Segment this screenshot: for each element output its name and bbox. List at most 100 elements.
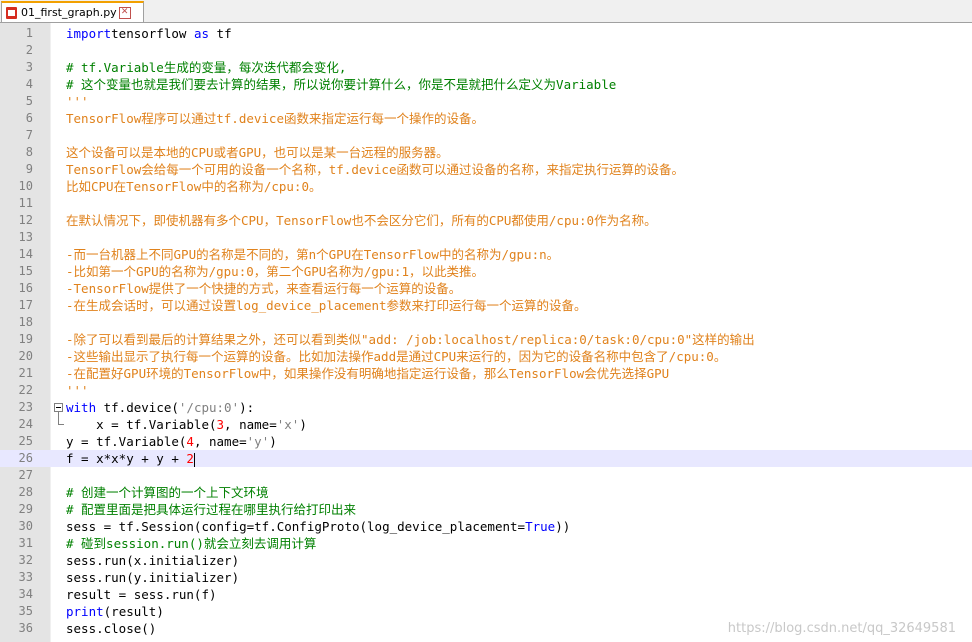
code-token: 2 — [186, 451, 194, 466]
code-line[interactable]: 22 ''' — [0, 382, 972, 399]
code-line[interactable]: 7 — [0, 127, 972, 144]
code-line[interactable]: 30 sess = tf.Session(config=tf.ConfigProt… — [0, 518, 972, 535]
code-line[interactable]: 23 with tf.device('/cpu:0'): — [0, 399, 972, 416]
code-line[interactable]: 5 ''' — [0, 93, 972, 110]
code-line[interactable]: 14 -而一台机器上不同GPU的名称是不同的，第n个GPU在TensorFlow中… — [0, 246, 972, 263]
code-token: 'x' — [276, 417, 300, 432]
code-token: sess.run(y.initializer) — [66, 570, 240, 585]
line-number: 29 — [18, 502, 33, 516]
line-number: 30 — [18, 519, 33, 533]
code-line[interactable]: 3 # tf.Variable生成的变量，每次迭代都会变化, — [0, 59, 972, 76]
code-text: 比如CPU在TensorFlow中的名称为/cpu:0。 — [66, 178, 322, 195]
code-line[interactable]: 34 result = sess.run(f) — [0, 586, 972, 603]
code-line[interactable]: 12 在默认情况下，即使机器有多个CPU，TensorFlow也不会区分它们，所有… — [0, 212, 972, 229]
code-line[interactable]: 35 print(result) — [0, 603, 972, 620]
code-editor[interactable]: 1 importtensorflow as tf 2 3 # tf.Variable生成… — [0, 23, 972, 642]
code-line[interactable]: 2 — [0, 42, 972, 59]
line-number: 27 — [18, 468, 33, 482]
code-line[interactable]: 11 — [0, 195, 972, 212]
line-number: 12 — [18, 213, 33, 227]
code-line[interactable]: 20 -这些输出显示了执行每一个运算的设备。比如加法操作add是通过CPU来运行的… — [0, 348, 972, 365]
code-token: tf.device( — [96, 400, 179, 415]
code-text: # 这个变量也就是我们要去计算的结果，所以说你要计算什么，你是不是就把什么定义为… — [66, 76, 616, 93]
code-line[interactable]: 18 — [0, 314, 972, 331]
code-line[interactable]: 16 -TensorFlow提供了一个快捷的方式，来查看运行每一个运算的设备。 — [0, 280, 972, 297]
code-token: ) — [299, 417, 307, 432]
code-line[interactable]: 13 — [0, 229, 972, 246]
code-token: x = tf.Variable( — [66, 417, 217, 432]
python-file-icon — [6, 6, 17, 19]
code-line[interactable]: 31 # 碰到session.run()就会立刻去调用计算 — [0, 535, 972, 552]
code-text: # tf.Variable生成的变量，每次迭代都会变化, — [66, 59, 346, 76]
code-text: ''' — [66, 382, 89, 399]
code-line[interactable]: 25 y = tf.Variable(4, name='y') — [0, 433, 972, 450]
line-number: 1 — [25, 26, 33, 40]
code-line[interactable]: 27 — [0, 467, 972, 484]
file-tab[interactable]: 01_first_graph.py ✕ — [1, 1, 144, 22]
code-token: TensorFlow程序可以通过tf.device函数来指定运行每一个操作的设备… — [66, 111, 484, 126]
code-line[interactable]: 26 f = x*x*y + y + 2 — [0, 450, 972, 467]
code-line[interactable]: 8 这个设备可以是本地的CPU或者GPU，也可以是某一台远程的服务器。 — [0, 144, 972, 161]
code-token: # 创建一个计算图的一个上下文环境 — [66, 485, 269, 500]
code-token: -这些输出显示了执行每一个运算的设备。比如加法操作add是通过CPU来运行的，因… — [66, 349, 727, 364]
line-number: 11 — [18, 196, 33, 210]
code-line[interactable]: 17 -在生成会话时，可以通过设置log_device_placement参数来打… — [0, 297, 972, 314]
line-number: 24 — [18, 417, 33, 431]
code-token: -而一台机器上不同GPU的名称是不同的，第n个GPU在TensorFlow中的名… — [66, 247, 560, 262]
code-token: 比如CPU在TensorFlow中的名称为/cpu:0。 — [66, 179, 322, 194]
line-number: 14 — [18, 247, 33, 261]
code-token: -比如第一个GPU的名称为/gpu:0，第二个GPU名称为/gpu:1，以此类推… — [66, 264, 484, 279]
code-token: 'y' — [246, 434, 270, 449]
code-line[interactable]: 21 -在配置好GPU环境的TensorFlow中，如果操作没有明确地指定运行设备… — [0, 365, 972, 382]
line-number: 10 — [18, 179, 33, 193]
code-token: # 这个变量也就是我们要去计算的结果，所以说你要计算什么，你是不是就把什么定义为… — [66, 77, 617, 92]
code-token: f = x*x*y + y + — [66, 451, 187, 466]
code-token: print — [66, 604, 104, 619]
line-number: 15 — [18, 264, 33, 278]
line-number: 19 — [18, 332, 33, 346]
code-text: print(result) — [66, 603, 164, 620]
code-text: -除了可以看到最后的计算结果之外，还可以看到类似"add: /job:local… — [66, 331, 755, 348]
code-line[interactable]: 9 TensorFlow会给每一个可用的设备一个名称，tf.device函数可以通… — [0, 161, 972, 178]
code-line[interactable]: 24 x = tf.Variable(3, name='x') — [0, 416, 972, 433]
code-text: result = sess.run(f) — [66, 586, 217, 603]
code-token: tf — [209, 26, 232, 41]
line-number: 26 — [18, 451, 33, 465]
code-lines: 1 importtensorflow as tf 2 3 # tf.Variable生成… — [0, 25, 972, 637]
code-text: sess = tf.Session(config=tf.ConfigProto(… — [66, 518, 570, 535]
code-text: -而一台机器上不同GPU的名称是不同的，第n个GPU在TensorFlow中的名… — [66, 246, 559, 263]
code-line[interactable]: 19 -除了可以看到最后的计算结果之外，还可以看到类似"add: /job:loc… — [0, 331, 972, 348]
code-text: -在配置好GPU环境的TensorFlow中，如果操作没有明确地指定运行设备，那… — [66, 365, 669, 382]
close-tab-icon[interactable]: ✕ — [118, 6, 131, 19]
line-number: 28 — [18, 485, 33, 499]
code-line[interactable]: 28 # 创建一个计算图的一个上下文环境 — [0, 484, 972, 501]
code-token: 在默认情况下，即使机器有多个CPU，TensorFlow也不会区分它们，所有的C… — [66, 213, 657, 228]
code-text: sess.run(x.initializer) — [66, 552, 239, 569]
code-line[interactable]: 32 sess.run(x.initializer) — [0, 552, 972, 569]
line-number: 5 — [25, 94, 33, 108]
line-number: 18 — [18, 315, 33, 329]
code-line[interactable]: 1 importtensorflow as tf — [0, 25, 972, 42]
code-line[interactable]: 10 比如CPU在TensorFlow中的名称为/cpu:0。 — [0, 178, 972, 195]
line-number: 4 — [25, 77, 33, 91]
line-number: 22 — [18, 383, 33, 397]
code-line[interactable]: 6 TensorFlow程序可以通过tf.device函数来指定运行每一个操作的设… — [0, 110, 972, 127]
code-line[interactable]: 15 -比如第一个GPU的名称为/gpu:0，第二个GPU名称为/gpu:1，以此… — [0, 263, 972, 280]
code-text: 在默认情况下，即使机器有多个CPU，TensorFlow也不会区分它们，所有的C… — [66, 212, 657, 229]
code-text: 这个设备可以是本地的CPU或者GPU，也可以是某一台远程的服务器。 — [66, 144, 449, 161]
code-text: # 配置里面是把具体运行过程在哪里执行给打印出来 — [66, 501, 356, 518]
watermark: https://blog.csdn.net/qq_32649581 — [727, 621, 956, 636]
code-line[interactable]: 4 # 这个变量也就是我们要去计算的结果，所以说你要计算什么，你是不是就把什么定义… — [0, 76, 972, 93]
code-line[interactable]: 33 sess.run(y.initializer) — [0, 569, 972, 586]
code-token: import — [66, 26, 112, 41]
fold-toggle-icon[interactable] — [54, 403, 63, 412]
line-number: 13 — [18, 230, 33, 244]
line-number: 33 — [18, 570, 33, 584]
line-number: 25 — [18, 434, 33, 448]
code-token: ) — [269, 434, 277, 449]
code-text: -在生成会话时，可以通过设置log_device_placement参数来打印运… — [66, 297, 587, 314]
line-number: 20 — [18, 349, 33, 363]
code-line[interactable]: 29 # 配置里面是把具体运行过程在哪里执行给打印出来 — [0, 501, 972, 518]
code-text: with tf.device('/cpu:0'): — [66, 399, 254, 416]
line-number: 8 — [25, 145, 33, 159]
